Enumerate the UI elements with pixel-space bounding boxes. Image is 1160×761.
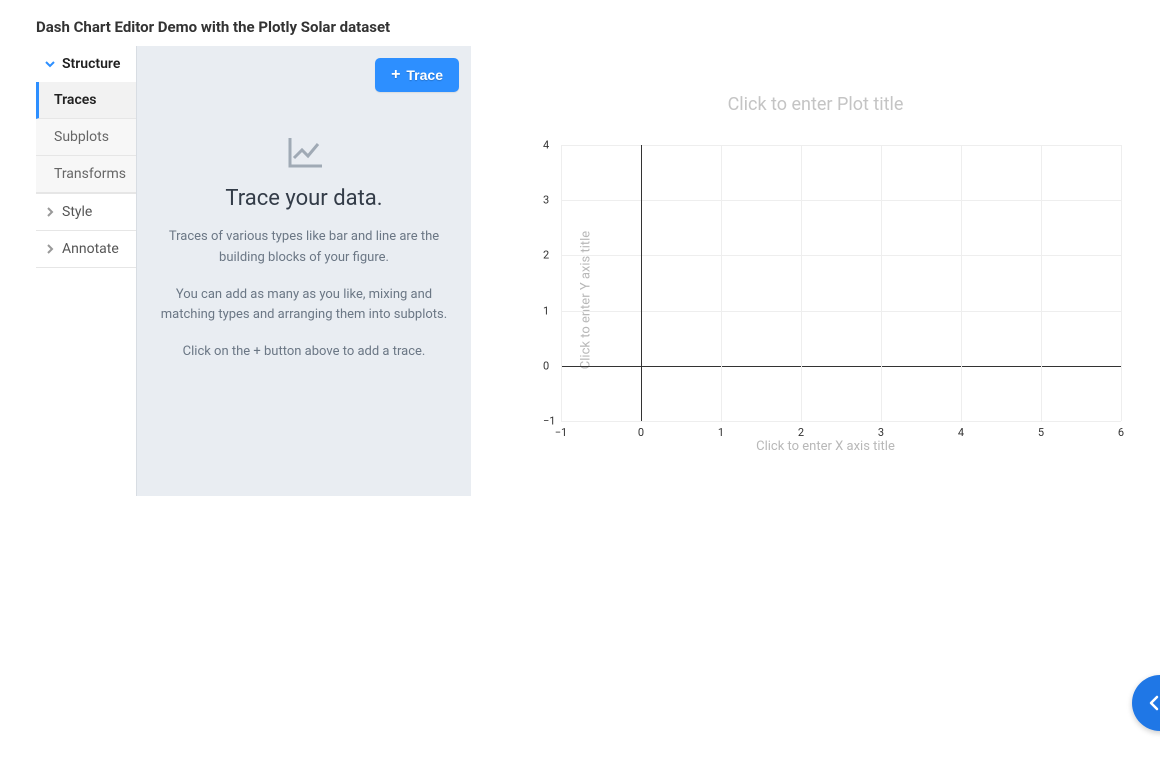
- gridline-vertical: [961, 145, 962, 421]
- x-tick-label: 2: [798, 426, 804, 439]
- gridline-vertical: [641, 145, 642, 421]
- y-tick-label: 4: [543, 139, 549, 152]
- x-tick-label: −1: [555, 426, 567, 439]
- gridline-horizontal: [561, 145, 1121, 146]
- x-tick-label: 0: [638, 426, 644, 439]
- x-tick-label: 1: [718, 426, 724, 439]
- empty-state: Trace your data. Traces of various types…: [149, 132, 459, 379]
- gridline-vertical: [881, 145, 882, 421]
- empty-state-paragraph: You can add as many as you like, mixing …: [159, 285, 449, 327]
- gridline-vertical: [1121, 145, 1122, 421]
- y-tick-label: 3: [543, 194, 549, 207]
- chevron-down-icon: [42, 56, 58, 72]
- sidebar-header-label: Style: [62, 204, 92, 220]
- sidebar-header-annotate[interactable]: Annotate: [36, 231, 136, 267]
- plot-title-input[interactable]: Click to enter Plot title: [501, 94, 1130, 115]
- code-icon: [1148, 691, 1160, 715]
- page-title: Dash Chart Editor Demo with the Plotly S…: [0, 0, 1160, 46]
- x-tick-label: 5: [1038, 426, 1044, 439]
- sidebar-item-subplots[interactable]: Subplots: [36, 119, 136, 156]
- y-tick-label: 2: [543, 249, 549, 262]
- y-tick-label: 1: [543, 304, 549, 317]
- editor-container: Structure Traces Subplots Transforms Sty…: [0, 46, 1160, 496]
- sidebar-header-label: Structure: [62, 56, 120, 72]
- chevron-right-icon: [42, 204, 58, 220]
- gridline-horizontal: [561, 255, 1121, 256]
- gridline-horizontal: [561, 311, 1121, 312]
- empty-state-paragraph: Traces of various types like bar and lin…: [159, 227, 449, 269]
- sidebar-header-style[interactable]: Style: [36, 194, 136, 230]
- sidebar-item-traces[interactable]: Traces: [36, 82, 136, 119]
- panel-topbar: + Trace: [149, 58, 459, 92]
- x-tick-label: 3: [878, 426, 884, 439]
- plot-grid[interactable]: −101234−10123456: [561, 145, 1121, 421]
- plot-wrap: Click to enter Y axis title −101234−1012…: [521, 145, 1130, 454]
- empty-state-title: Trace your data.: [159, 186, 449, 211]
- add-trace-label: Trace: [406, 67, 443, 83]
- gridline-horizontal: [561, 200, 1121, 201]
- gridline-horizontal: [561, 366, 1121, 367]
- chevron-right-icon: [42, 241, 58, 257]
- traces-panel: + Trace Trace your data. Traces of vario…: [136, 46, 471, 496]
- empty-state-paragraph: Click on the + button above to add a tra…: [159, 342, 449, 363]
- gridline-vertical: [1041, 145, 1042, 421]
- sidebar-item-transforms[interactable]: Transforms: [36, 156, 136, 193]
- sidebar-header-label: Annotate: [62, 241, 119, 257]
- y-tick-label: 0: [543, 359, 549, 372]
- x-tick-label: 6: [1118, 426, 1124, 439]
- x-tick-label: 4: [958, 426, 964, 439]
- sidebar-section-structure: Structure Traces Subplots Transforms: [36, 46, 136, 194]
- sidebar: Structure Traces Subplots Transforms Sty…: [36, 46, 136, 268]
- gridline-vertical: [561, 145, 562, 421]
- sidebar-section-annotate: Annotate: [36, 231, 136, 268]
- gridline-vertical: [801, 145, 802, 421]
- help-fab-button[interactable]: [1132, 675, 1160, 731]
- chart-line-icon: [284, 132, 324, 172]
- sidebar-section-style: Style: [36, 194, 136, 231]
- add-trace-button[interactable]: + Trace: [375, 58, 459, 92]
- plus-icon: +: [391, 67, 400, 83]
- gridline-horizontal: [561, 421, 1121, 422]
- chart-area: Click to enter Plot title Click to enter…: [471, 46, 1160, 454]
- y-tick-label: −1: [543, 415, 555, 428]
- x-axis-title-input[interactable]: Click to enter X axis title: [521, 439, 1130, 454]
- gridline-vertical: [721, 145, 722, 421]
- sidebar-header-structure[interactable]: Structure: [36, 46, 136, 82]
